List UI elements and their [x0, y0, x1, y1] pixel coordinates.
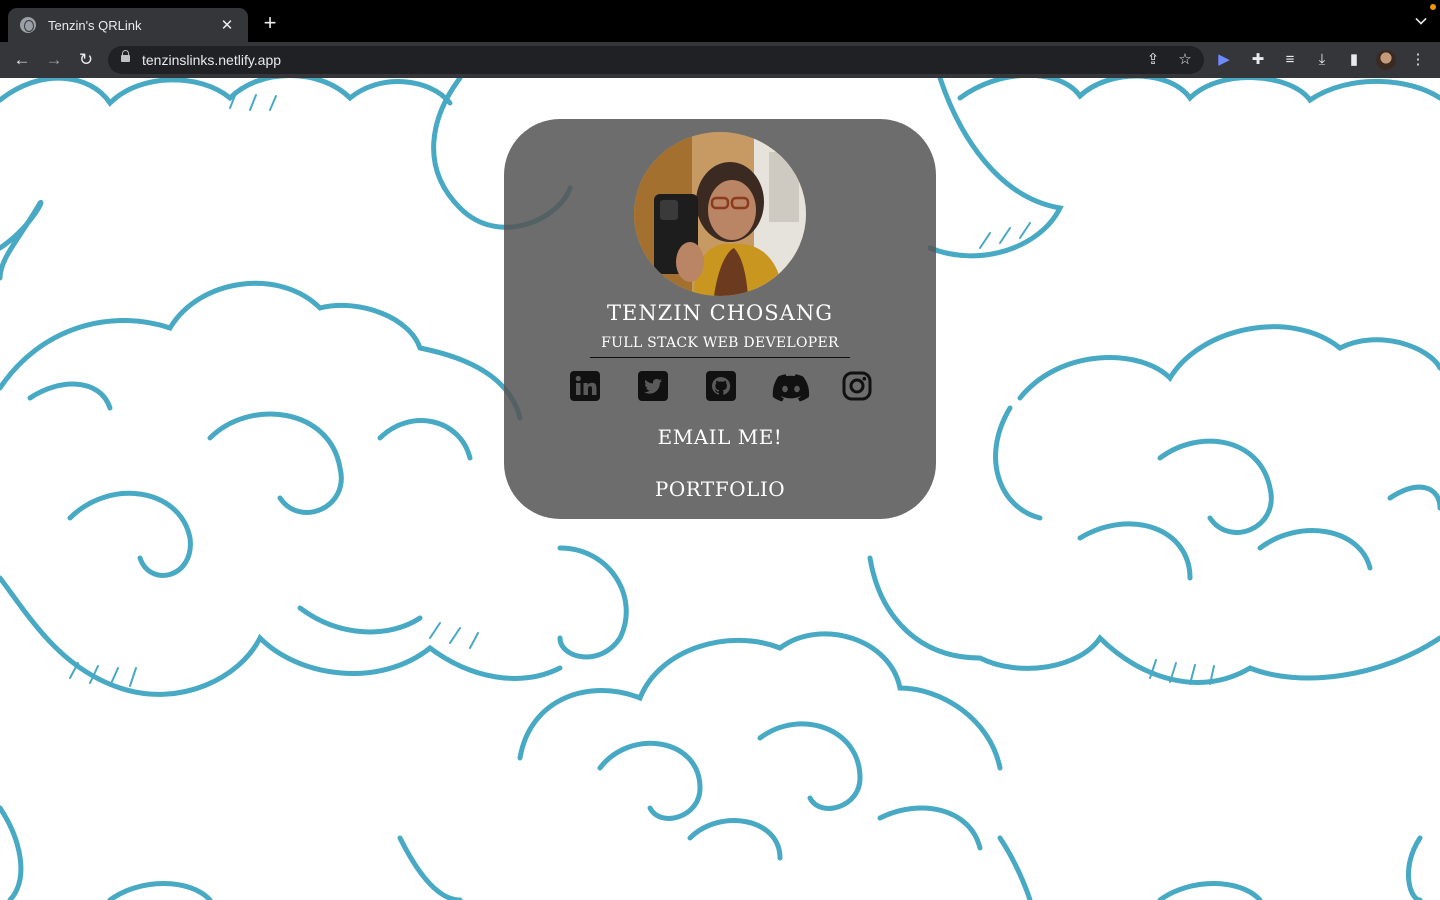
url-text[interactable]: tenzinslinks.netlify.app [142, 52, 281, 68]
profile-avatar[interactable] [1376, 50, 1396, 70]
linkedin-icon[interactable] [568, 369, 602, 403]
profile-name: TENZIN CHOSANG [607, 301, 833, 325]
reload-button[interactable]: ↻ [76, 50, 96, 70]
portfolio-link[interactable]: PORTFOLIO [504, 477, 936, 501]
globe-icon [20, 17, 36, 33]
page-viewport: TENZIN CHOSANG FULL STACK WEB DEVELOPER [0, 78, 1440, 900]
github-icon[interactable] [704, 369, 738, 403]
browser-tab-strip: Tenzin's QRLink ✕ + [0, 0, 1440, 42]
forward-button[interactable]: → [44, 50, 64, 70]
profile-photo [634, 132, 806, 296]
kebab-menu-icon[interactable]: ⋮ [1408, 50, 1428, 70]
instagram-icon[interactable] [840, 369, 874, 403]
lock-icon[interactable] [121, 50, 130, 62]
notification-dot [1430, 4, 1436, 10]
profile-role: FULL STACK WEB DEVELOPER [601, 335, 839, 351]
media-queue-icon[interactable]: ≡ [1280, 50, 1300, 70]
tab-title: Tenzin's QRLink [48, 17, 142, 33]
email-me-link[interactable]: EMAIL ME! [504, 425, 936, 449]
browser-toolbar: ← → ↻ tenzinslinks.netlify.app ⇪ ☆ ▶ ✚ ≡… [0, 42, 1440, 78]
side-panel-icon[interactable]: ▮ [1344, 50, 1364, 70]
extensions-puzzle-icon[interactable]: ✚ [1248, 50, 1268, 70]
tab-search-chevron-icon[interactable] [1415, 13, 1427, 25]
tab-close-icon[interactable]: ✕ [218, 16, 236, 34]
extension-play-icon[interactable]: ▶ [1214, 50, 1234, 70]
browser-tab[interactable]: Tenzin's QRLink ✕ [8, 8, 248, 42]
bookmark-star-icon[interactable]: ☆ [1176, 51, 1194, 69]
divider [590, 357, 850, 358]
download-icon[interactable]: ⤓ [1312, 50, 1332, 70]
discord-icon[interactable] [772, 369, 810, 403]
twitter-icon[interactable] [636, 369, 670, 403]
profile-card: TENZIN CHOSANG FULL STACK WEB DEVELOPER [504, 119, 936, 519]
back-button[interactable]: ← [12, 50, 32, 70]
social-links [568, 369, 878, 403]
share-icon[interactable]: ⇪ [1144, 51, 1162, 69]
address-bar[interactable]: tenzinslinks.netlify.app ⇪ ☆ [108, 46, 1204, 74]
new-tab-button[interactable]: + [258, 12, 282, 34]
